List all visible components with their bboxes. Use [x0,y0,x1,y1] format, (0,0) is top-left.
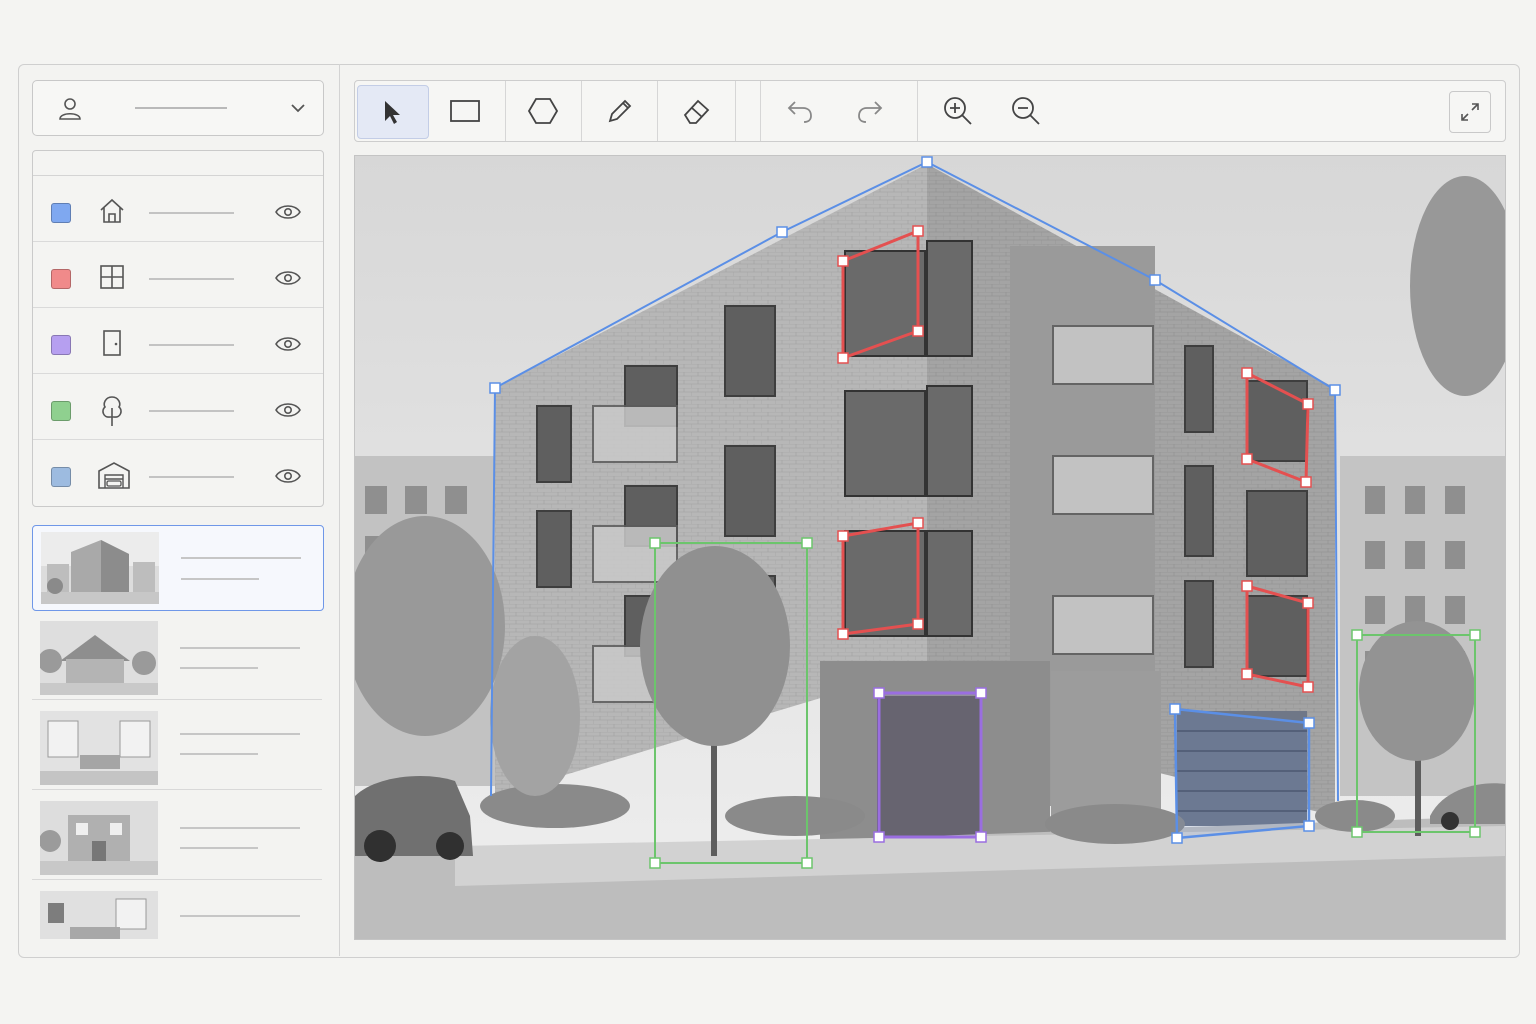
thumbnail-item[interactable] [32,525,324,611]
window-icon [100,265,124,289]
cursor-arrow-icon [385,101,400,124]
select-tool-button[interactable] [357,85,429,139]
pencil-icon [608,99,632,123]
annotation-toolbar [354,80,1506,142]
layer-color-swatch[interactable] [51,269,71,289]
image-canvas[interactable] [354,155,1506,940]
layer-color-swatch[interactable] [51,467,71,487]
thumbnail-image [40,891,158,939]
sidebar-divider [339,64,340,956]
thumbnail-subtitle-placeholder [181,578,259,580]
eye-icon[interactable] [275,204,301,220]
thumbnail-subtitle-placeholder [180,667,258,669]
thumbnail-image [40,621,158,695]
layer-label-placeholder [149,476,234,478]
expand-icon [1461,103,1479,121]
layers-panel [32,150,324,507]
zoom-out-icon [1012,97,1040,125]
tree-icon [102,396,122,426]
eye-icon[interactable] [275,336,301,352]
layer-row-tree[interactable] [33,374,323,440]
thumbnail-item[interactable] [32,885,322,939]
thumbnail-subtitle-placeholder [180,753,258,755]
thumbnail-image [41,532,159,604]
thumbnail-title-placeholder [180,915,300,917]
thumbnail-title-placeholder [180,827,300,829]
undo-icon [787,101,812,123]
user-selector[interactable] [32,80,324,136]
annotated-building-image[interactable] [355,156,1505,939]
rectangle-icon [450,100,480,122]
eye-icon[interactable] [275,402,301,418]
thumbnail-image [40,801,158,875]
layer-color-swatch[interactable] [51,335,71,355]
redo-button[interactable] [837,81,903,141]
layer-row-garage[interactable] [33,440,323,505]
undo-button[interactable] [767,81,833,141]
annotation-door [877,691,983,839]
thumbnail-item[interactable] [32,615,322,700]
fullscreen-button[interactable] [1449,91,1491,133]
thumbnail-image [40,711,158,785]
zoom-in-button[interactable] [925,81,991,141]
thumbnail-title-placeholder [180,733,300,735]
layer-row-window[interactable] [33,242,323,308]
layer-row-door[interactable] [33,308,323,374]
thumbnail-item[interactable] [32,795,322,880]
hexagon-icon [528,98,558,124]
user-name-placeholder [135,107,227,109]
layer-label-placeholder [149,278,234,280]
door-icon [103,330,121,356]
layer-label-placeholder [149,212,234,214]
chevron-down-icon[interactable] [289,99,307,117]
user-icon [59,98,81,120]
eraser-tool-button[interactable] [659,81,735,141]
image-thumbnail-list[interactable] [32,524,324,939]
layer-label-placeholder [149,410,234,412]
zoom-in-icon [944,97,972,125]
layers-header [33,151,323,176]
eye-icon[interactable] [275,270,301,286]
layer-color-swatch[interactable] [51,203,71,223]
user-name [33,81,34,82]
layer-row-building[interactable] [33,176,323,242]
thumbnail-title-placeholder [180,647,300,649]
rectangle-tool-button[interactable] [429,81,501,141]
thumbnail-subtitle-placeholder [180,847,258,849]
layer-color-swatch[interactable] [51,401,71,421]
annotation-garage [1173,707,1311,840]
redo-icon [858,101,883,123]
eye-icon[interactable] [275,468,301,484]
thumbnail-title-placeholder [181,557,301,559]
eraser-icon [683,99,710,124]
pencil-tool-button[interactable] [583,81,657,141]
zoom-out-button[interactable] [993,81,1059,141]
layer-label-placeholder [149,344,234,346]
thumbnail-item[interactable] [32,705,322,790]
polygon-tool-button[interactable] [507,81,579,141]
house-icon [100,198,124,223]
garage-icon [98,462,130,489]
